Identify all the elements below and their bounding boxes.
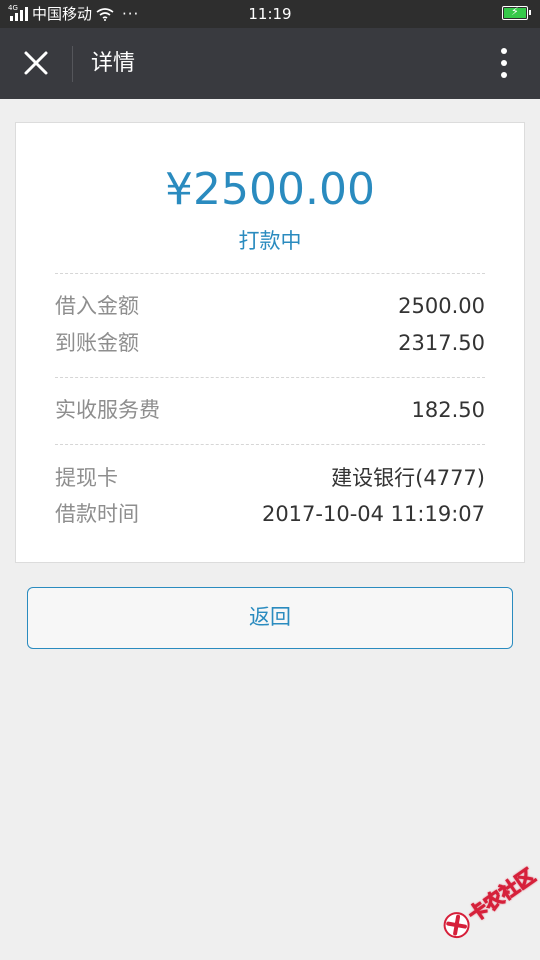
more-menu-button[interactable] <box>482 41 526 85</box>
row-label: 实收服务费 <box>55 398 160 422</box>
watermark: 卡农社区 <box>426 841 540 960</box>
battery-icon: ⚡ <box>502 5 531 20</box>
row-label: 提现卡 <box>55 466 118 490</box>
divider <box>55 377 485 378</box>
row-label: 借入金额 <box>55 294 139 318</box>
clock: 11:19 <box>248 5 292 23</box>
more-vertical-icon <box>501 48 507 78</box>
divider <box>55 444 485 445</box>
transfer-status: 打款中 <box>238 229 302 253</box>
close-icon <box>24 51 48 75</box>
divider <box>55 273 485 274</box>
nav-divider <box>72 46 73 82</box>
detail-row-service-fee: 实收服务费 182.50 <box>55 393 485 427</box>
row-value: 建设银行(4777) <box>331 466 485 490</box>
amount-display: ¥2500.00 <box>165 164 375 215</box>
row-value: 2500.00 <box>398 294 485 318</box>
detail-row-time: 借款时间 2017-10-04 11:19:07 <box>55 497 485 531</box>
watermark-text: 卡农社区 <box>464 864 540 927</box>
back-button[interactable]: 返回 <box>27 587 513 649</box>
row-value: 182.50 <box>411 398 485 422</box>
row-value: 2317.50 <box>398 331 485 355</box>
page-title: 详情 <box>91 51 136 76</box>
row-label: 借款时间 <box>55 502 139 526</box>
row-value: 2017-10-04 11:19:07 <box>261 502 485 526</box>
detail-row-card: 提现卡 建设银行(4777) <box>55 461 485 495</box>
close-button[interactable] <box>14 41 58 85</box>
detail-row-received: 到账金额 2317.50 <box>55 326 485 360</box>
row-label: 到账金额 <box>55 331 139 355</box>
nav-bar: 详情 <box>0 28 540 99</box>
detail-row-borrowed: 借入金额 2500.00 <box>55 289 485 323</box>
status-bar: 4G 中国移动 ··· 11:19 ⚡ <box>0 0 540 28</box>
